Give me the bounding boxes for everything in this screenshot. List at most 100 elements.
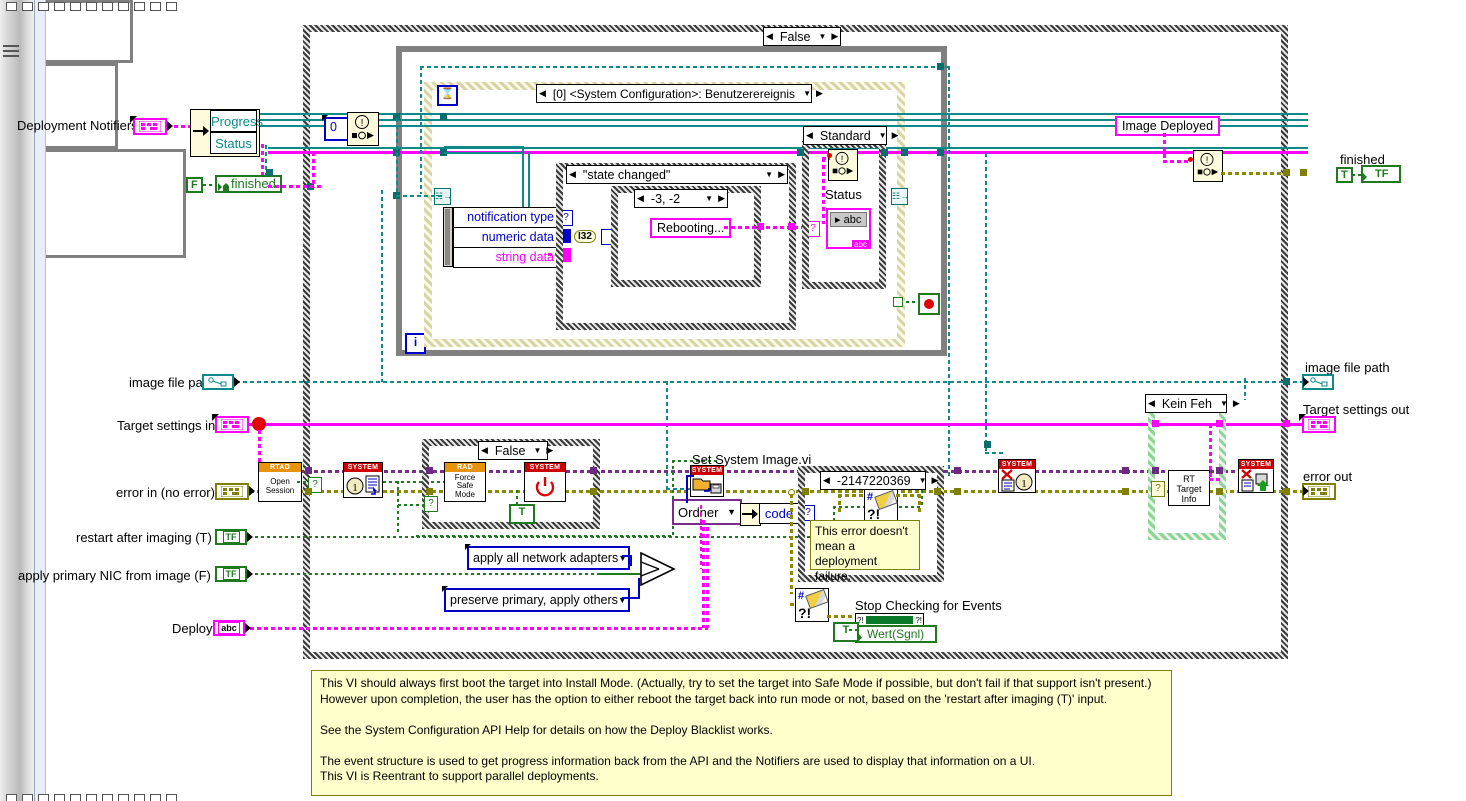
ring-ordner[interactable]: Ordner ▼: [672, 499, 742, 525]
case-next-arrow[interactable]: ▶: [1231, 399, 1242, 408]
tf-glyph: TF: [222, 531, 240, 543]
chevron-down-icon[interactable]: ▼: [531, 446, 545, 455]
case-next-arrow[interactable]: ▶: [716, 194, 727, 203]
subvi-open-session[interactable]: RTAD Open Session: [258, 462, 302, 502]
terminal-target-settings-in[interactable]: [215, 416, 249, 433]
error-code-case-selector[interactable]: ◀ -2147220369 ▼ ▶: [820, 471, 938, 490]
local-var-arrow-icon: [1363, 169, 1372, 187]
subvi-restart-power[interactable]: SYSTEM: [524, 462, 566, 502]
block-diagram-canvas[interactable]: ◀ False ▼ ▶ i ◀ [0] <System Configuratio…: [0, 0, 1466, 801]
cluster-items-list[interactable]: notification type numeric data string da…: [453, 207, 559, 268]
case-next-arrow[interactable]: ▶: [930, 476, 941, 485]
tooth: [150, 794, 161, 801]
event-structure-selector[interactable]: ◀ [0] <System Configuration>: Benutzerer…: [536, 84, 823, 103]
terminal-target-settings-out[interactable]: [1302, 416, 1336, 433]
stop-button[interactable]: [918, 293, 940, 315]
bundle-field-progress[interactable]: Progress: [210, 110, 263, 132]
bundle-field-code[interactable]: code: [759, 503, 799, 524]
constant-true-1[interactable]: T: [1336, 167, 1353, 183]
select-function-node[interactable]: [640, 551, 676, 591]
splitter-grip[interactable]: [3, 50, 19, 52]
event-prev-arrow[interactable]: ◀: [537, 89, 548, 98]
outer-case-selector[interactable]: ◀ False ▼ ▶: [763, 27, 842, 46]
chevron-down-icon[interactable]: ▼: [1217, 399, 1231, 408]
case-next-arrow[interactable]: ▶: [544, 446, 555, 455]
subvi-rt-target-info[interactable]: RT Target Info: [1168, 470, 1210, 506]
send-notification-node-1[interactable]: !: [347, 112, 379, 146]
standard-case-selector[interactable]: ◀ Standard ▼ ▶: [803, 126, 899, 145]
tunnel-rebooting-1[interactable]: [757, 223, 764, 230]
tooth: [102, 794, 113, 801]
cluster-item-numeric-data[interactable]: numeric data: [454, 228, 558, 248]
splitter-grip[interactable]: [3, 55, 19, 57]
case-tunnel-safe-mode[interactable]: ?: [424, 496, 438, 512]
terminal-deployment-notifiers[interactable]: [133, 118, 167, 135]
event-next-arrow[interactable]: ▶: [814, 89, 825, 98]
wire-breakpoint-dot[interactable]: [252, 417, 266, 431]
svg-text:!: !: [1206, 155, 1209, 165]
chevron-down-icon[interactable]: ▼: [876, 131, 890, 140]
case-prev-arrow[interactable]: ◀: [635, 194, 646, 203]
terminal-apply-primary-nic[interactable]: TF: [215, 566, 247, 582]
subvi-set-system-image[interactable]: SYSTEM: [690, 465, 724, 497]
selector-prev-arrow[interactable]: ◀: [764, 32, 775, 41]
label-image-file-path-in: image file path: [129, 375, 214, 390]
constant-true-3[interactable]: T: [833, 622, 859, 642]
selector-next-arrow[interactable]: ▶: [829, 32, 840, 41]
cluster-item-string-data[interactable]: string data: [454, 248, 558, 267]
terminal-restart-after-imaging[interactable]: TF: [215, 529, 247, 545]
subvi-body-set-image: [691, 475, 723, 496]
tunnel-rebooting-2[interactable]: [788, 223, 795, 230]
subvi-body-force-safe-mode: Force Safe Mode: [454, 472, 476, 499]
subvi-force-safe-mode[interactable]: RAD Force Safe Mode: [444, 462, 486, 502]
ring-apply-all-network-adapters[interactable]: apply all network adapters ▼: [467, 546, 630, 570]
send-notification-node-2[interactable]: !: [828, 149, 858, 181]
terminal-image-file-path-in[interactable]: [202, 374, 234, 390]
bundle-code-node[interactable]: [740, 503, 761, 526]
state-changed-selector[interactable]: ◀ "state changed" ▼ ▶: [566, 165, 788, 184]
case-prev-arrow[interactable]: ◀: [479, 446, 490, 455]
splitter-grip[interactable]: [3, 45, 19, 47]
case-prev-arrow[interactable]: ◀: [821, 476, 832, 485]
send-notification-node-3[interactable]: !: [1193, 150, 1223, 182]
constant-image-deployed[interactable]: Image Deployed: [1115, 116, 1221, 136]
constant-true-2[interactable]: T: [509, 504, 535, 524]
bundle-field-status[interactable]: Status: [210, 132, 257, 154]
comment-error-note: This error doesn't mean a deployment fai…: [810, 520, 920, 583]
wire-errpad2-out: [827, 615, 855, 618]
case-prev-arrow[interactable]: ◀: [804, 131, 815, 140]
constant-rebooting[interactable]: Rebooting...: [650, 218, 732, 238]
chevron-down-icon[interactable]: ▼: [762, 170, 776, 179]
ring-preserve-primary-apply-others[interactable]: preserve primary, apply others ▼: [444, 588, 630, 612]
chevron-down-icon[interactable]: ▼: [702, 194, 716, 203]
case-next-arrow[interactable]: ▶: [776, 170, 787, 179]
error-cluster-constant-2[interactable]: # ?!: [795, 588, 829, 622]
case-prev-arrow[interactable]: ◀: [1146, 399, 1157, 408]
safe-mode-case-selector[interactable]: ◀ False ▼ ▶: [478, 441, 553, 460]
case-next-arrow[interactable]: ▶: [890, 131, 901, 140]
wire-ordner-up: [686, 475, 688, 503]
error-cluster-constant-1[interactable]: # ?!: [864, 489, 898, 523]
chevron-down-icon[interactable]: ▼: [800, 89, 814, 98]
case-tunnel-rt-target[interactable]: ?: [1151, 481, 1165, 497]
numeric-case-selector[interactable]: ◀ -3, -2 ▼ ▶: [634, 189, 728, 208]
string-indicator-status[interactable]: ▸ abc abc: [826, 208, 871, 249]
loop-conditional-terminal[interactable]: [893, 297, 903, 307]
chevron-down-icon[interactable]: ▼: [727, 507, 740, 517]
subvi-system-config-info[interactable]: SYSTEM 1: [343, 462, 383, 498]
constant-false[interactable]: F: [186, 177, 203, 193]
chevron-down-icon[interactable]: ▼: [916, 476, 930, 485]
tooth: [38, 2, 49, 11]
tooth: [86, 794, 97, 801]
signaling-property-wert[interactable]: Wert(Sgnl): [855, 625, 937, 643]
chevron-down-icon[interactable]: ▼: [816, 32, 830, 41]
terminal-error-in[interactable]: [215, 483, 249, 500]
cluster-item-notification-type[interactable]: notification type: [454, 208, 558, 228]
event-timeout-terminal[interactable]: ⌛: [437, 85, 458, 106]
wire-path-vertical: [381, 190, 383, 382]
subvi-close-session[interactable]: SYSTEM: [1238, 459, 1274, 493]
kein-fehler-selector[interactable]: ◀ Kein Feh ▼ ▶: [1145, 394, 1240, 413]
case-prev-arrow[interactable]: ◀: [567, 170, 578, 179]
subvi-system-close[interactable]: SYSTEM 1: [998, 459, 1036, 493]
terminal-deploy[interactable]: abc: [213, 620, 245, 636]
